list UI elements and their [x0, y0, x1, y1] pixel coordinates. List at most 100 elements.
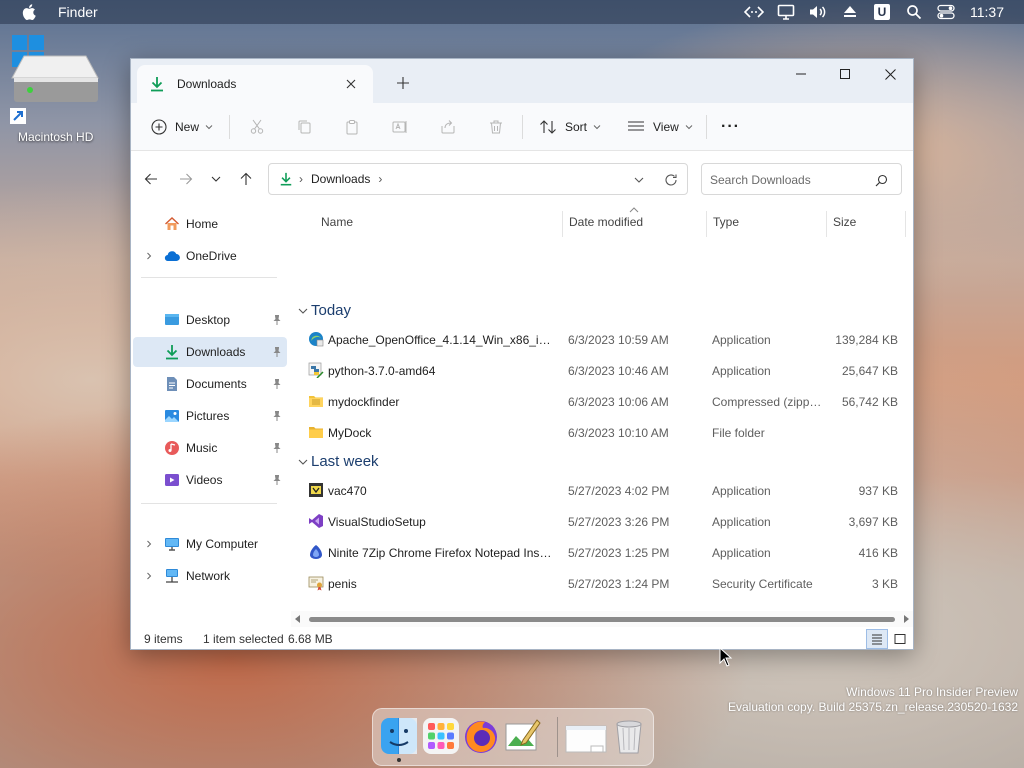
address-dropdown-icon[interactable] [631, 172, 647, 188]
sidebar-item-my-computer[interactable]: My Computer [133, 529, 287, 559]
code-arrows-icon[interactable] [738, 0, 770, 24]
breadcrumb-chevron-icon[interactable]: › [378, 172, 382, 186]
sidebar-item-pictures[interactable]: Pictures [133, 401, 287, 431]
new-button[interactable]: New [151, 113, 213, 141]
scroll-right-icon[interactable] [902, 615, 910, 623]
sidebar-item-onedrive[interactable]: OneDrive [133, 241, 287, 271]
recent-locations-icon[interactable] [206, 169, 226, 189]
table-row[interactable]: vac470 5/27/2023 4:02 PM Application 937… [291, 475, 913, 505]
copy-icon[interactable] [294, 117, 314, 137]
search-icon[interactable] [873, 172, 889, 188]
paste-icon[interactable] [342, 117, 362, 137]
maximize-icon[interactable] [822, 59, 868, 89]
collapse-chevron-icon[interactable] [297, 456, 309, 468]
expand-chevron-icon[interactable] [143, 570, 155, 582]
more-options-button[interactable]: ··· [721, 113, 740, 141]
sort-button[interactable]: Sort [539, 113, 601, 141]
sidebar-item-network[interactable]: Network [133, 561, 287, 591]
up-icon[interactable] [236, 169, 256, 189]
title-bar[interactable]: Downloads [131, 59, 913, 103]
rename-icon[interactable] [390, 117, 410, 137]
sidebar-item-label: Desktop [186, 313, 231, 327]
photo-editor-icon[interactable] [503, 716, 543, 756]
sidebar-item-videos[interactable]: Videos [133, 465, 287, 495]
share-icon[interactable] [438, 117, 458, 137]
column-divider[interactable] [562, 211, 563, 237]
watermark-line: Windows 11 Pro Insider Preview [846, 685, 1018, 699]
column-divider[interactable] [905, 211, 906, 237]
column-header-type[interactable]: Type [713, 215, 739, 229]
pin-icon[interactable] [271, 378, 283, 390]
expand-chevron-icon[interactable] [143, 250, 155, 262]
file-date: 5/27/2023 1:24 PM [568, 577, 670, 591]
app-name[interactable]: Finder [58, 4, 98, 20]
pin-icon[interactable] [271, 442, 283, 454]
search-icon[interactable] [898, 0, 930, 24]
tab-close-icon[interactable] [343, 76, 359, 92]
tab-downloads[interactable]: Downloads [137, 65, 373, 103]
tiles-view-icon[interactable] [889, 629, 911, 649]
table-row[interactable]: Apache_OpenOffice_4.1.14_Win_x86_install… [291, 324, 913, 354]
search-input[interactable] [710, 171, 870, 189]
pin-icon[interactable] [271, 346, 283, 358]
u-badge-icon[interactable]: U [866, 0, 898, 24]
sidebar-item-desktop[interactable]: Desktop [133, 305, 287, 335]
collapse-chevron-icon[interactable] [297, 305, 309, 317]
trash-icon[interactable] [609, 716, 649, 756]
breadcrumb[interactable]: › Downloads › [299, 172, 390, 186]
column-divider[interactable] [826, 211, 827, 237]
cut-icon[interactable] [247, 117, 267, 137]
sidebar-item-home[interactable]: Home [133, 209, 287, 239]
scroll-left-icon[interactable] [294, 615, 302, 623]
details-view-icon[interactable] [866, 629, 888, 649]
column-header-name[interactable]: Name [321, 215, 353, 229]
desktop-icon-macintosh-hd[interactable]: Macintosh HD [10, 34, 106, 144]
view-button[interactable]: View [627, 113, 693, 141]
status-bar: 9 items 1 item selected 6.68 MB [131, 629, 913, 649]
sidebar-item-music[interactable]: Music [133, 433, 287, 463]
scrollbar-thumb[interactable] [309, 617, 895, 622]
menubar-clock[interactable]: 11:37 [970, 4, 1004, 20]
pin-icon[interactable] [271, 474, 283, 486]
minimize-icon[interactable] [778, 59, 824, 89]
close-window-icon[interactable] [867, 59, 913, 89]
column-header-date[interactable]: Date modified [569, 215, 643, 229]
table-row[interactable]: python-3.7.0-amd64 6/3/2023 10:46 AM App… [291, 355, 913, 385]
file-name: vac470 [328, 484, 367, 498]
table-row[interactable]: VisualStudioSetup 5/27/2023 3:26 PM Appl… [291, 506, 913, 536]
forward-icon[interactable] [176, 169, 196, 189]
tab-title: Downloads [177, 77, 237, 91]
delete-icon[interactable] [486, 117, 506, 137]
file-size: 25,647 KB [841, 364, 898, 378]
finder-icon[interactable] [379, 716, 419, 756]
table-row[interactable]: MyDock 6/3/2023 10:10 AM File folder [291, 417, 913, 447]
refresh-icon[interactable] [663, 172, 679, 188]
pictures-icon [165, 410, 179, 422]
back-icon[interactable] [141, 169, 161, 189]
new-tab-icon[interactable] [393, 73, 413, 93]
table-row[interactable]: mydockfinder 6/3/2023 10:06 AM Compresse… [291, 386, 913, 416]
pin-icon[interactable] [271, 410, 283, 422]
firefox-icon[interactable] [461, 716, 501, 756]
file-date: 6/3/2023 10:46 AM [568, 364, 669, 378]
pin-icon[interactable] [271, 314, 283, 326]
apple-icon[interactable] [22, 4, 38, 20]
horizontal-scrollbar[interactable] [291, 611, 913, 627]
display-icon[interactable] [770, 0, 802, 24]
table-row[interactable]: penis 5/27/2023 1:24 PM Security Certifi… [291, 568, 913, 598]
search-box[interactable] [701, 163, 902, 195]
column-header-size[interactable]: Size [833, 215, 856, 229]
breadcrumb-downloads[interactable]: Downloads [311, 172, 370, 186]
file-type: Application [712, 364, 771, 378]
expand-chevron-icon[interactable] [143, 538, 155, 550]
control-center-icon[interactable] [930, 0, 962, 24]
window-preview-icon[interactable] [565, 716, 607, 756]
address-bar[interactable]: › Downloads › [268, 163, 688, 195]
eject-icon[interactable] [834, 0, 866, 24]
table-row[interactable]: Ninite 7Zip Chrome Firefox Notepad Insta… [291, 537, 913, 567]
volume-icon[interactable] [802, 0, 834, 24]
column-divider[interactable] [706, 211, 707, 237]
sidebar-item-downloads[interactable]: Downloads [133, 337, 287, 367]
sidebar-item-documents[interactable]: Documents [133, 369, 287, 399]
launchpad-icon[interactable] [421, 716, 461, 756]
